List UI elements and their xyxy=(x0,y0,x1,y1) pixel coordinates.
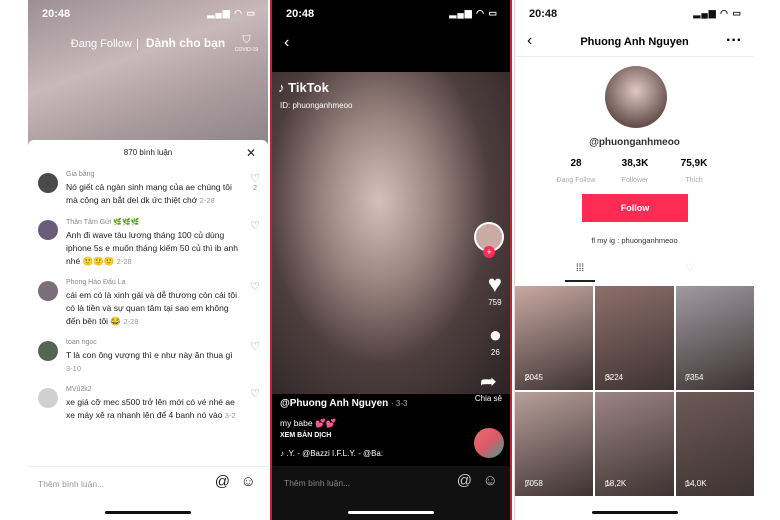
heart-icon[interactable]: ♥ xyxy=(488,272,502,298)
comment-input[interactable]: Thêm bình luận... xyxy=(284,478,350,488)
video-thumbnail[interactable]: ▷ 2045 xyxy=(515,286,594,390)
status-icons: ▂▄▆ ◠ ▭ xyxy=(207,8,256,18)
avatar[interactable] xyxy=(38,388,58,408)
video-thumbnail[interactable]: ▷ 7354 xyxy=(675,286,754,390)
comment-input-bar: Thêm bình luận... @ ☺ xyxy=(28,466,268,520)
video-background xyxy=(28,0,268,150)
translate-link[interactable]: XEM BẢN DỊCH xyxy=(280,432,331,439)
stat-likes[interactable]: 75,9K Thích xyxy=(659,158,729,187)
video-thumbnail[interactable]: ▷ 3224 xyxy=(595,286,674,390)
heart-icon: ♡ xyxy=(250,341,260,353)
comment-text: cái em có là xinh gái và dễ thương còn c… xyxy=(66,290,237,326)
back-icon[interactable]: ‹ xyxy=(284,34,289,52)
mention-icon[interactable]: @ xyxy=(215,473,230,490)
avatar[interactable] xyxy=(38,341,58,361)
mention-icon[interactable]: @ xyxy=(457,472,472,489)
avatar[interactable] xyxy=(38,173,58,193)
comment-count: 26 xyxy=(490,348,500,357)
video-thumbnail[interactable]: ▷ 7058 xyxy=(515,392,594,496)
music-note-icon: ♪ xyxy=(280,449,284,458)
comment-item: Gia bằng Nó giết cả ngàn sinh mạng của ae… xyxy=(28,166,268,213)
comments-screen: 20:48 ▂▄▆ ◠ ▭ Đang Follow | Dành cho bạn ⛉… xyxy=(28,0,268,520)
status-icons: ▂▄▆ ◠ ▭ xyxy=(693,8,742,18)
status-time: 20:48 xyxy=(286,8,315,20)
comment-text: T là con ông vượng thì e như này ăn thua… xyxy=(66,350,233,373)
comment-user[interactable]: Phong Hào Đấu La xyxy=(66,279,240,286)
comment-text: Anh đi wave tàu lương tháng 100 củ dùng … xyxy=(66,230,239,266)
comment-item: Phong Hào Đấu La cái em có là xinh gái và… xyxy=(28,274,268,334)
like-button[interactable]: ♡ xyxy=(250,281,260,293)
post-date: · 3-3 xyxy=(391,399,408,408)
like-count: 759 xyxy=(488,298,502,307)
home-indicator xyxy=(348,511,434,514)
like-button[interactable]: ♡ xyxy=(250,220,260,232)
profile-title: Phuong Anh Nguyen xyxy=(580,36,689,48)
comment-user[interactable]: Gia bằng xyxy=(66,171,240,178)
comment-item: toan ngoc T là con ông vượng thì e như nà… xyxy=(28,334,268,381)
follow-plus-icon[interactable]: + xyxy=(483,246,495,258)
video-grid: ▷ 2045 ▷ 3224 ▷ 7354 ▷ 7058 ▷ 18,2K ▷ 14,0K xyxy=(515,286,754,496)
watermark-id: ID: phuonganhmeoo xyxy=(280,101,353,110)
status-time: 20:48 xyxy=(42,8,71,20)
home-indicator xyxy=(105,511,191,514)
share-label: Chia sẻ xyxy=(474,394,502,403)
heart-icon: ♡ xyxy=(250,281,260,293)
profile-bio: fl my ig : phuonganhmeoo xyxy=(591,236,678,245)
music-title[interactable]: .Y. - @Bazzi I.F.L.Y. - @Ba: xyxy=(286,449,383,458)
close-icon[interactable]: ✕ xyxy=(246,140,256,166)
tab-following[interactable]: Đang Follow xyxy=(71,38,132,50)
video-thumbnail[interactable]: ▷ 14,0K xyxy=(675,392,754,496)
emoji-icon[interactable]: ☺ xyxy=(241,473,256,490)
author-name[interactable]: @Phuong Anh Nguyen xyxy=(280,398,388,409)
emoji-icon[interactable]: ☺ xyxy=(483,472,498,489)
more-icon[interactable]: ··· xyxy=(726,32,742,50)
like-count: 2 xyxy=(253,185,258,192)
status-icons: ▂▄▆ ◠ ▭ xyxy=(449,8,498,18)
profile-avatar xyxy=(605,66,667,128)
avatar[interactable] xyxy=(38,220,58,240)
like-button[interactable]: ♡ xyxy=(250,341,260,353)
comment-sheet: 870 bình luận ✕ Gia bằng Nó giết cả ngàn s… xyxy=(28,140,268,520)
comment-user[interactable]: Thân Tâm Gửi 🌿🌿🌿 xyxy=(66,218,240,226)
tiktok-logo-icon: ♪ xyxy=(278,80,285,95)
home-indicator xyxy=(591,511,678,514)
comment-user[interactable]: toan ngoc xyxy=(66,339,240,346)
video-screen: 20:48 ▂▄▆ ◠ ▭ ‹ ♪ TikTok ID: phuonganhmeo… xyxy=(270,0,512,520)
profile-handle: @phuonganhmeoo xyxy=(589,137,680,148)
comment-item: Thân Tâm Gửi 🌿🌿🌿 Anh đi wave tàu lương th… xyxy=(28,213,268,274)
comment-text: xe giá cỡ mec s500 trở lên mới có vé nhé… xyxy=(66,397,236,420)
like-button[interactable]: ♡ xyxy=(250,388,260,400)
tab-for-you[interactable]: Dành cho bạn xyxy=(146,36,225,50)
share-icon[interactable]: ➦ xyxy=(475,370,502,394)
heart-icon: ♡ xyxy=(250,220,260,232)
videos-grid-tab-icon[interactable]: ⁞⁞⁞ xyxy=(565,263,595,282)
video-thumbnail[interactable]: ▷ 18,2K xyxy=(595,392,674,496)
avatar[interactable] xyxy=(38,281,58,301)
comment-icon[interactable]: ● xyxy=(489,322,502,348)
covid-button[interactable]: ⛉ COVID-19 xyxy=(235,34,258,53)
like-button[interactable]: ♡ 2 xyxy=(250,174,260,194)
caption: my babe 💕💕 xyxy=(280,418,337,428)
status-time: 20:48 xyxy=(529,8,558,20)
follow-button[interactable]: Follow xyxy=(582,194,688,222)
comment-text: Nó giết cả ngàn sinh mạng của ae chúng t… xyxy=(66,182,232,205)
profile-screen: 20:48 ▂▄▆ ◠ ▭ ‹ Phuong Anh Nguyen ··· @ph… xyxy=(514,0,754,520)
comment-item: MVũ2k2 xe giá cỡ mec s500 trở lên mới có … xyxy=(28,381,268,428)
comment-count: 870 bình luận xyxy=(123,148,173,157)
music-disc[interactable] xyxy=(474,428,504,458)
comment-user[interactable]: MVũ2k2 xyxy=(66,386,240,393)
covid-label: COVID-19 xyxy=(234,47,258,53)
comment-input[interactable]: Thêm bình luận... xyxy=(38,479,104,489)
shield-icon: ⛉ xyxy=(242,34,251,46)
liked-videos-tab-icon[interactable]: ♡ xyxy=(675,263,705,274)
tiktok-watermark: TikTok xyxy=(288,80,329,95)
heart-icon: ♡ xyxy=(250,388,260,400)
